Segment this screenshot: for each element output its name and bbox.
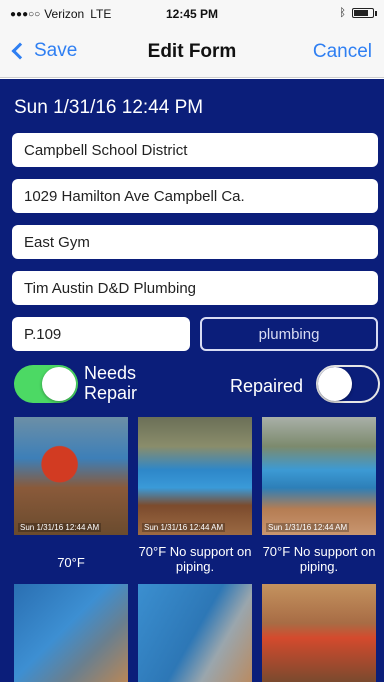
location-field[interactable]: East Gym (12, 225, 378, 259)
photo-thumbnail[interactable]: Sun 1/31/16 12:44 AM (14, 417, 128, 535)
photo-thumbnail[interactable]: Sun 1/31/16 12:44 AM (138, 417, 252, 535)
toggle-knob (318, 367, 352, 401)
navigation-bar: Save Edit Form Cancel (0, 28, 384, 78)
photo-timestamp: Sun 1/31/16 12:44 AM (266, 523, 350, 532)
photo-caption: 70°F No support on piping. (262, 544, 376, 574)
toggle-knob (42, 367, 76, 401)
photo-caption: 70°F No support on piping. (138, 544, 252, 574)
district-field[interactable]: Campbell School District (12, 133, 378, 167)
repaired-label: Repaired (230, 376, 304, 396)
edit-form: Sun 1/31/16 12:44 PM Campbell School Dis… (0, 79, 384, 682)
plumbing-category-button[interactable]: plumbing (200, 317, 378, 351)
photo-thumbnail[interactable] (262, 584, 376, 682)
photo-timestamp: Sun 1/31/16 12:44 AM (18, 523, 102, 532)
contact-field[interactable]: Tim Austin D&D Plumbing (12, 271, 378, 305)
photo-thumbnail[interactable] (138, 584, 252, 682)
needs-repair-label: Needs Repair (84, 363, 137, 403)
needs-repair-label-line2: Repair (84, 383, 138, 403)
photo-thumbnail[interactable]: Sun 1/31/16 12:44 AM (262, 417, 376, 535)
photo-timestamp: Sun 1/31/16 12:44 AM (142, 523, 226, 532)
code-field[interactable]: P.109 (12, 317, 190, 351)
status-right: ᛒ (339, 7, 377, 19)
repaired-toggle[interactable] (316, 365, 380, 403)
form-datetime: Sun 1/31/16 12:44 PM (14, 97, 204, 118)
cancel-button[interactable]: Cancel (313, 41, 372, 63)
needs-repair-toggle[interactable] (14, 365, 78, 403)
status-bar: ●●●○○ Verizon LTE 12:45 PM ᛒ (0, 0, 384, 28)
photo-thumbnail[interactable] (14, 584, 128, 682)
bluetooth-icon: ᛒ (339, 7, 346, 19)
battery-icon (352, 8, 377, 18)
address-field[interactable]: 1029 Hamilton Ave Campbell Ca. (12, 179, 378, 213)
photo-caption: 70°F (57, 555, 85, 570)
needs-repair-label-line1: Needs (84, 363, 137, 383)
status-time: 12:45 PM (165, 7, 219, 21)
